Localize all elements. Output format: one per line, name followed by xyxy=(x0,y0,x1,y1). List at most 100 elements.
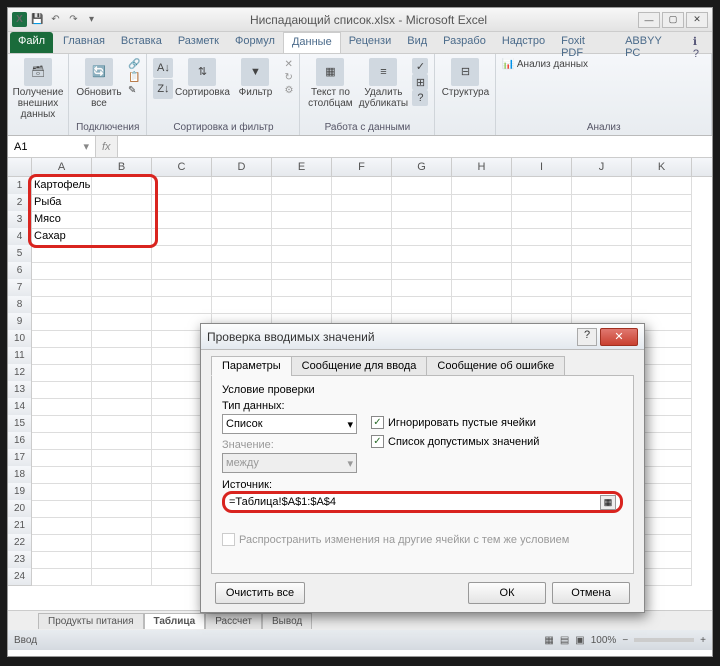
view-break-icon[interactable]: ▣ xyxy=(575,635,584,646)
cell[interactable] xyxy=(452,262,512,280)
row-header[interactable]: 20 xyxy=(8,500,32,518)
sheet-tab-vyvod[interactable]: Вывод xyxy=(262,613,312,629)
cell[interactable] xyxy=(632,177,692,195)
undo-icon[interactable]: ↶ xyxy=(48,12,63,27)
tab-addins[interactable]: Надстро xyxy=(494,32,553,53)
cell[interactable] xyxy=(32,364,92,382)
cell[interactable] xyxy=(92,330,152,348)
zoom-level[interactable]: 100% xyxy=(591,635,617,646)
zoom-out-button[interactable]: − xyxy=(622,635,628,646)
cell[interactable] xyxy=(572,262,632,280)
tab-data[interactable]: Данные xyxy=(283,32,341,53)
cell[interactable]: Сахар xyxy=(32,228,92,246)
filter-button[interactable]: ▼ Фильтр xyxy=(231,58,279,98)
cell[interactable] xyxy=(32,398,92,416)
cell[interactable] xyxy=(452,296,512,314)
cell[interactable] xyxy=(32,347,92,365)
cell[interactable] xyxy=(632,211,692,229)
dialog-help-button[interactable]: ? xyxy=(577,328,597,346)
minimize-button[interactable]: — xyxy=(638,12,660,28)
cell[interactable] xyxy=(92,296,152,314)
cell[interactable] xyxy=(152,262,212,280)
row-header[interactable]: 12 xyxy=(8,364,32,382)
outline-button[interactable]: ⊟ Структура xyxy=(441,58,489,98)
clear-all-button[interactable]: Очистить все xyxy=(215,582,305,604)
cell[interactable] xyxy=(92,279,152,297)
cell[interactable] xyxy=(152,177,212,195)
row-header[interactable]: 6 xyxy=(8,262,32,280)
row-header[interactable]: 8 xyxy=(8,296,32,314)
in-cell-dropdown-checkbox[interactable]: ✓Список допустимых значений xyxy=(371,433,539,450)
cell[interactable] xyxy=(32,432,92,450)
cell[interactable] xyxy=(32,534,92,552)
cell[interactable] xyxy=(92,466,152,484)
cell[interactable] xyxy=(212,245,272,263)
cell[interactable] xyxy=(272,279,332,297)
cell[interactable] xyxy=(32,551,92,569)
cell[interactable] xyxy=(92,194,152,212)
maximize-button[interactable]: ▢ xyxy=(662,12,684,28)
cell[interactable] xyxy=(332,279,392,297)
cell[interactable] xyxy=(212,296,272,314)
cell[interactable] xyxy=(92,483,152,501)
sort-button[interactable]: ⇅ Сортировка xyxy=(178,58,226,98)
row-header[interactable]: 2 xyxy=(8,194,32,212)
cell[interactable] xyxy=(32,245,92,263)
row-header[interactable]: 7 xyxy=(8,279,32,297)
qat-dropdown-icon[interactable]: ▾ xyxy=(84,12,99,27)
cell[interactable] xyxy=(212,211,272,229)
cell[interactable] xyxy=(92,177,152,195)
row-header[interactable]: 19 xyxy=(8,483,32,501)
row-header[interactable]: 1 xyxy=(8,177,32,195)
properties-button[interactable]: 📋 xyxy=(128,71,140,84)
cell[interactable] xyxy=(632,194,692,212)
row-header[interactable]: 15 xyxy=(8,415,32,433)
row-header[interactable]: 22 xyxy=(8,534,32,552)
tab-foxit[interactable]: Foxit PDF xyxy=(553,32,617,53)
cell[interactable] xyxy=(452,228,512,246)
cell[interactable] xyxy=(32,568,92,586)
refresh-all-button[interactable]: 🔄 Обновить все xyxy=(75,58,123,109)
cell[interactable] xyxy=(92,534,152,552)
sheet-tab-rasschet[interactable]: Рассчет xyxy=(205,613,262,629)
sheet-tab-produkty[interactable]: Продукты питания xyxy=(38,613,144,629)
cell[interactable] xyxy=(512,228,572,246)
cell[interactable] xyxy=(572,228,632,246)
col-D[interactable]: D xyxy=(212,158,272,177)
cell[interactable] xyxy=(572,177,632,195)
cell[interactable] xyxy=(332,296,392,314)
dialog-titlebar[interactable]: Проверка вводимых значений ? ✕ xyxy=(201,324,644,350)
cell[interactable] xyxy=(512,194,572,212)
cell[interactable] xyxy=(212,279,272,297)
cell[interactable] xyxy=(452,279,512,297)
col-I[interactable]: I xyxy=(512,158,572,177)
validation-icon[interactable]: ✓ xyxy=(412,58,428,74)
row-header[interactable]: 17 xyxy=(8,449,32,467)
cell[interactable] xyxy=(92,313,152,331)
cell[interactable] xyxy=(92,449,152,467)
ok-button[interactable]: ОК xyxy=(468,582,546,604)
whatif-icon[interactable]: ? xyxy=(412,90,428,106)
cell[interactable] xyxy=(632,245,692,263)
cell[interactable] xyxy=(32,262,92,280)
row-header[interactable]: 10 xyxy=(8,330,32,348)
col-A[interactable]: A xyxy=(32,158,92,177)
row-header[interactable]: 18 xyxy=(8,466,32,484)
cell[interactable] xyxy=(332,177,392,195)
cell[interactable] xyxy=(452,245,512,263)
external-data-button[interactable]: 🗃 Получение внешних данных xyxy=(14,58,62,120)
row-header[interactable]: 9 xyxy=(8,313,32,331)
cell[interactable] xyxy=(632,262,692,280)
cell[interactable]: Мясо xyxy=(32,211,92,229)
cell[interactable] xyxy=(332,194,392,212)
row-header[interactable]: 24 xyxy=(8,568,32,586)
redo-icon[interactable]: ↷ xyxy=(66,12,81,27)
col-E[interactable]: E xyxy=(272,158,332,177)
cell[interactable] xyxy=(32,415,92,433)
cell[interactable] xyxy=(512,211,572,229)
cell[interactable] xyxy=(572,194,632,212)
cell[interactable] xyxy=(332,211,392,229)
cell[interactable] xyxy=(32,313,92,331)
text-to-columns-button[interactable]: ▦ Текст по столбцам xyxy=(306,58,354,109)
remove-dupes-button[interactable]: ≡ Удалить дубликаты xyxy=(359,58,407,109)
